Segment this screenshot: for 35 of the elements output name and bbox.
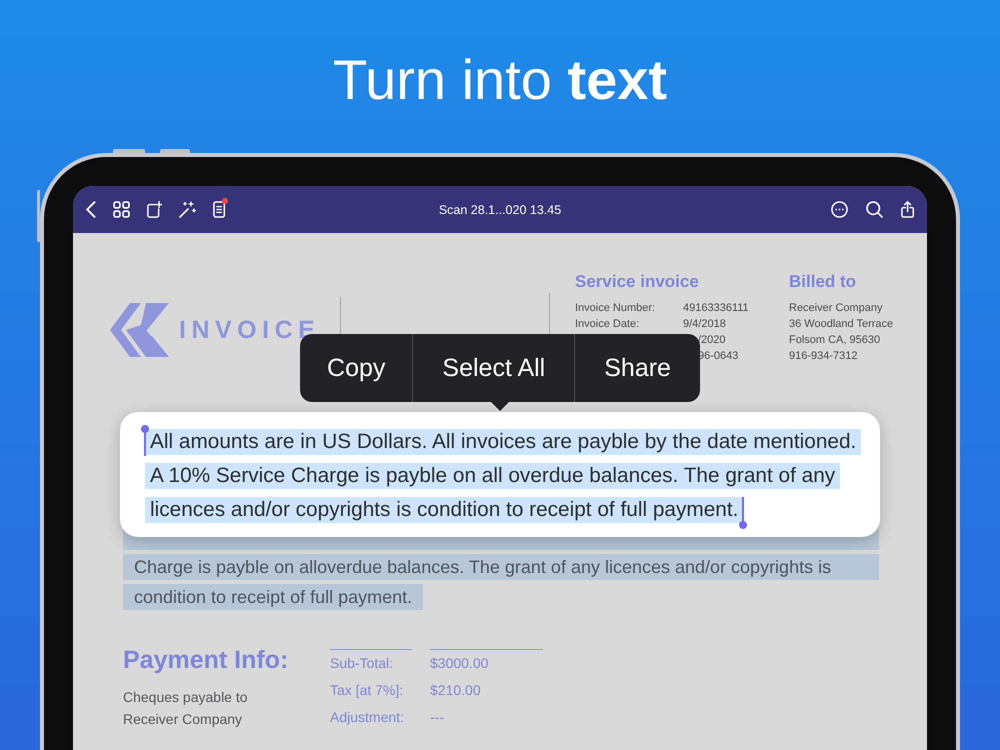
address-line: Receiver Company [789, 301, 883, 316]
section-heading: Billed to [789, 272, 858, 292]
field-value: 49163336111 [683, 301, 750, 316]
magic-wand-icon[interactable] [178, 201, 196, 218]
page-plus-icon[interactable] [146, 201, 162, 218]
grid-icon[interactable] [112, 201, 130, 218]
total-label: Sub-Total: [330, 654, 394, 673]
section-heading: Payment Info: [123, 645, 290, 675]
document-icon[interactable] [212, 201, 226, 218]
total-value: $210.00 [430, 681, 481, 700]
address-line: 916-934-7312 [789, 349, 858, 364]
search-icon[interactable] [866, 201, 883, 218]
selection-handle-icon[interactable] [141, 425, 149, 456]
notification-dot-icon [222, 198, 228, 204]
address-line: Folsom CA, 95630 [789, 333, 880, 348]
document-title: Scan 28.1...020 13.45 [438, 202, 562, 216]
headline: Turn into text [332, 49, 668, 111]
address-line: 36 Woodland Terrace [789, 317, 894, 332]
field-value: /2020 [697, 333, 727, 348]
section-heading: Service invoice [575, 272, 700, 292]
field-label: Invoice Number: [575, 301, 656, 316]
total-label: Adjustment: [330, 708, 404, 727]
menu-item[interactable]: Share [574, 334, 700, 402]
total-label: Tax [at 7%]: [330, 681, 404, 700]
logo-text: INVOICE [179, 316, 320, 344]
more-options-icon[interactable] [830, 201, 848, 218]
payment-note: Cheques payable to Receiver Company [123, 688, 249, 729]
field-value: 9/4/2018 [683, 317, 727, 332]
selection-handle-icon[interactable] [739, 497, 748, 529]
total-value: $3000.00 [430, 654, 488, 673]
field-label: Invoice Date: [575, 317, 640, 332]
total-value: --- [430, 708, 444, 727]
back-icon[interactable] [86, 201, 96, 218]
share-icon[interactable] [900, 201, 914, 218]
chevron-logo-icon [110, 303, 169, 357]
